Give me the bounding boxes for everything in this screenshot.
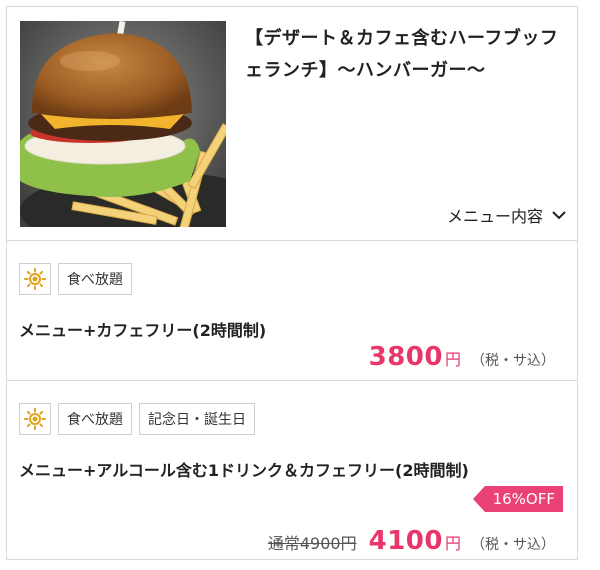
plan-header: 【デザート＆カフェ含むハーフブッフェランチ】〜ハンバーガー〜 メニュー内容 bbox=[7, 7, 577, 241]
price-line: 通常4900円 4100 円 （税・サ込） bbox=[268, 526, 555, 556]
hamburger-image bbox=[20, 21, 226, 227]
original-price: 通常4900円 bbox=[267, 534, 357, 553]
all-you-can-eat-tag: 食べ放題 bbox=[58, 403, 132, 435]
all-you-can-eat-tag: 食べ放題 bbox=[58, 263, 132, 295]
plan-card: 【デザート＆カフェ含むハーフブッフェランチ】〜ハンバーガー〜 メニュー内容 食べ… bbox=[6, 6, 578, 560]
course-price: 3800 bbox=[368, 342, 443, 372]
lunch-time-tag bbox=[19, 403, 51, 435]
tax-note: （税・サ込） bbox=[471, 537, 555, 553]
course-price: 4100 bbox=[368, 526, 443, 556]
lunch-time-tag bbox=[19, 263, 51, 295]
yen-unit: 円 bbox=[444, 350, 461, 369]
sun-icon bbox=[24, 268, 46, 290]
course-name[interactable]: メニュー+カフェフリー(2時間制) bbox=[19, 317, 266, 341]
course-row[interactable]: 食べ放題 メニュー+カフェフリー(2時間制) 3800 円 （税・サ込） bbox=[7, 241, 577, 381]
sun-icon bbox=[24, 408, 46, 430]
chevron-down-icon bbox=[552, 211, 566, 220]
course-row[interactable]: 食べ放題 記念日・誕生日 メニュー+アルコール含む1ドリンク＆カフェフリー(2時… bbox=[7, 381, 577, 559]
discount-badge: 16%OFF bbox=[473, 486, 563, 512]
anniversary-birthday-tag: 記念日・誕生日 bbox=[139, 403, 255, 435]
course-name[interactable]: メニュー+アルコール含む1ドリンク＆カフェフリー(2時間制) bbox=[19, 457, 469, 481]
hamburger-photo[interactable] bbox=[20, 21, 226, 227]
course-tags: 食べ放題 bbox=[19, 263, 132, 295]
menu-contents-toggle[interactable]: メニュー内容 bbox=[447, 203, 567, 227]
plan-title: 【デザート＆カフェ含むハーフブッフェランチ】〜ハンバーガー〜 bbox=[245, 28, 559, 81]
course-tags: 食べ放題 記念日・誕生日 bbox=[19, 403, 255, 435]
tax-note: （税・サ込） bbox=[471, 353, 555, 369]
menu-contents-label: メニュー内容 bbox=[446, 207, 543, 226]
price-line: 3800 円 （税・サ込） bbox=[369, 342, 555, 372]
yen-unit: 円 bbox=[444, 534, 461, 553]
